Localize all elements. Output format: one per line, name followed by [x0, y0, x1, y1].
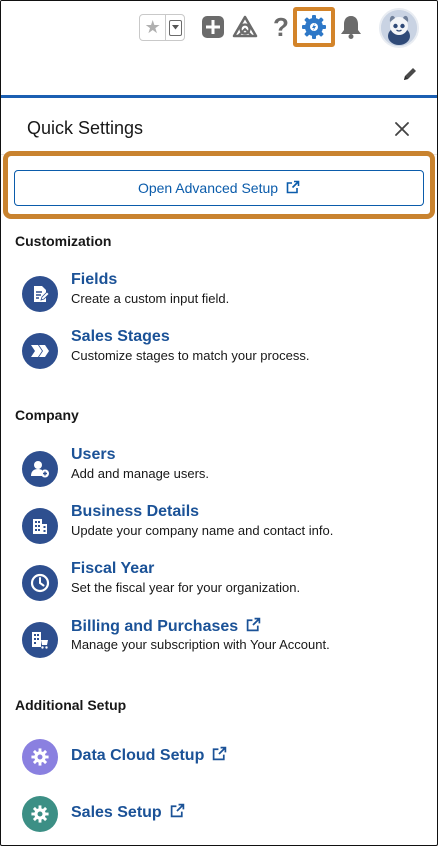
sales-stages-description: Customize stages to match your process. — [71, 348, 310, 363]
list-item-billing[interactable]: Billing and Purchases Manage your subscr… — [22, 617, 422, 662]
bell-icon[interactable] — [337, 13, 365, 41]
favorites-group: ★ — [139, 14, 185, 41]
list-item-users[interactable]: Users Add and manage users. — [22, 446, 422, 491]
panel-title: Quick Settings — [27, 118, 144, 138]
fields-link[interactable]: Fields — [71, 271, 117, 289]
section-company: Company — [15, 407, 79, 423]
building-icon — [22, 508, 58, 544]
global-header: ★ ? — [1, 1, 437, 95]
billing-link[interactable]: Billing and Purchases — [71, 617, 261, 637]
data-cloud-setup-link[interactable]: Data Cloud Setup — [71, 746, 227, 766]
open-advanced-setup-button[interactable]: Open Advanced Setup — [14, 170, 424, 206]
avatar[interactable] — [379, 8, 419, 48]
advanced-setup-label: Open Advanced Setup — [137, 180, 279, 196]
chevron-down-icon — [168, 19, 182, 36]
sales-stages-link[interactable]: Sales Stages — [71, 328, 170, 346]
header-accent-line — [1, 95, 437, 98]
fiscal-year-link[interactable]: Fiscal Year — [71, 560, 154, 578]
data-cloud-setup-label: Data Cloud Setup — [71, 747, 205, 764]
plus-icon[interactable] — [199, 13, 227, 41]
external-link-icon — [286, 180, 300, 197]
quick-settings-window: ★ ? Quick Settings Open Advanced Setup C… — [0, 0, 438, 846]
section-customization: Customization — [15, 233, 112, 249]
billing-description: Manage your subscription with Your Accou… — [71, 637, 330, 652]
clock-icon — [22, 565, 58, 601]
star-icon[interactable]: ★ — [140, 15, 165, 40]
sales-setup-label: Sales Setup — [71, 804, 162, 821]
list-item-fiscal-year[interactable]: Fiscal Year Set the fiscal year for your… — [22, 560, 422, 605]
list-item-data-cloud-setup[interactable]: Data Cloud Setup — [22, 739, 422, 779]
add-user-icon — [22, 451, 58, 487]
document-edit-icon — [22, 276, 58, 312]
pencil-icon[interactable] — [401, 65, 421, 85]
business-details-description: Update your company name and contact inf… — [71, 523, 334, 538]
gear-icon — [22, 796, 58, 832]
list-item-business-details[interactable]: Business Details Update your company nam… — [22, 503, 422, 548]
sales-setup-link[interactable]: Sales Setup — [71, 803, 185, 823]
fiscal-year-description: Set the fiscal year for your organizatio… — [71, 580, 301, 595]
external-link-icon — [246, 617, 261, 637]
gear-icon[interactable] — [300, 13, 328, 41]
gear-icon — [22, 739, 58, 775]
list-item-sales-setup[interactable]: Sales Setup — [22, 796, 422, 836]
business-details-link[interactable]: Business Details — [71, 503, 199, 521]
external-link-icon — [212, 746, 227, 766]
billing-label: Billing and Purchases — [71, 618, 239, 635]
help-icon[interactable]: ? — [267, 12, 295, 42]
favorites-menu-button[interactable] — [165, 15, 184, 40]
close-icon[interactable] — [391, 118, 413, 140]
users-link[interactable]: Users — [71, 446, 115, 464]
section-additional-setup: Additional Setup — [15, 697, 127, 713]
chevrons-right-icon — [22, 333, 58, 369]
trailhead-icon[interactable] — [231, 13, 259, 41]
fields-description: Create a custom input field. — [71, 291, 230, 306]
store-icon — [22, 622, 58, 658]
list-item-fields[interactable]: Fields Create a custom input field. — [22, 271, 422, 316]
external-link-icon — [170, 803, 185, 823]
list-item-sales-stages[interactable]: Sales Stages Customize stages to match y… — [22, 328, 422, 373]
users-description: Add and manage users. — [71, 466, 210, 481]
